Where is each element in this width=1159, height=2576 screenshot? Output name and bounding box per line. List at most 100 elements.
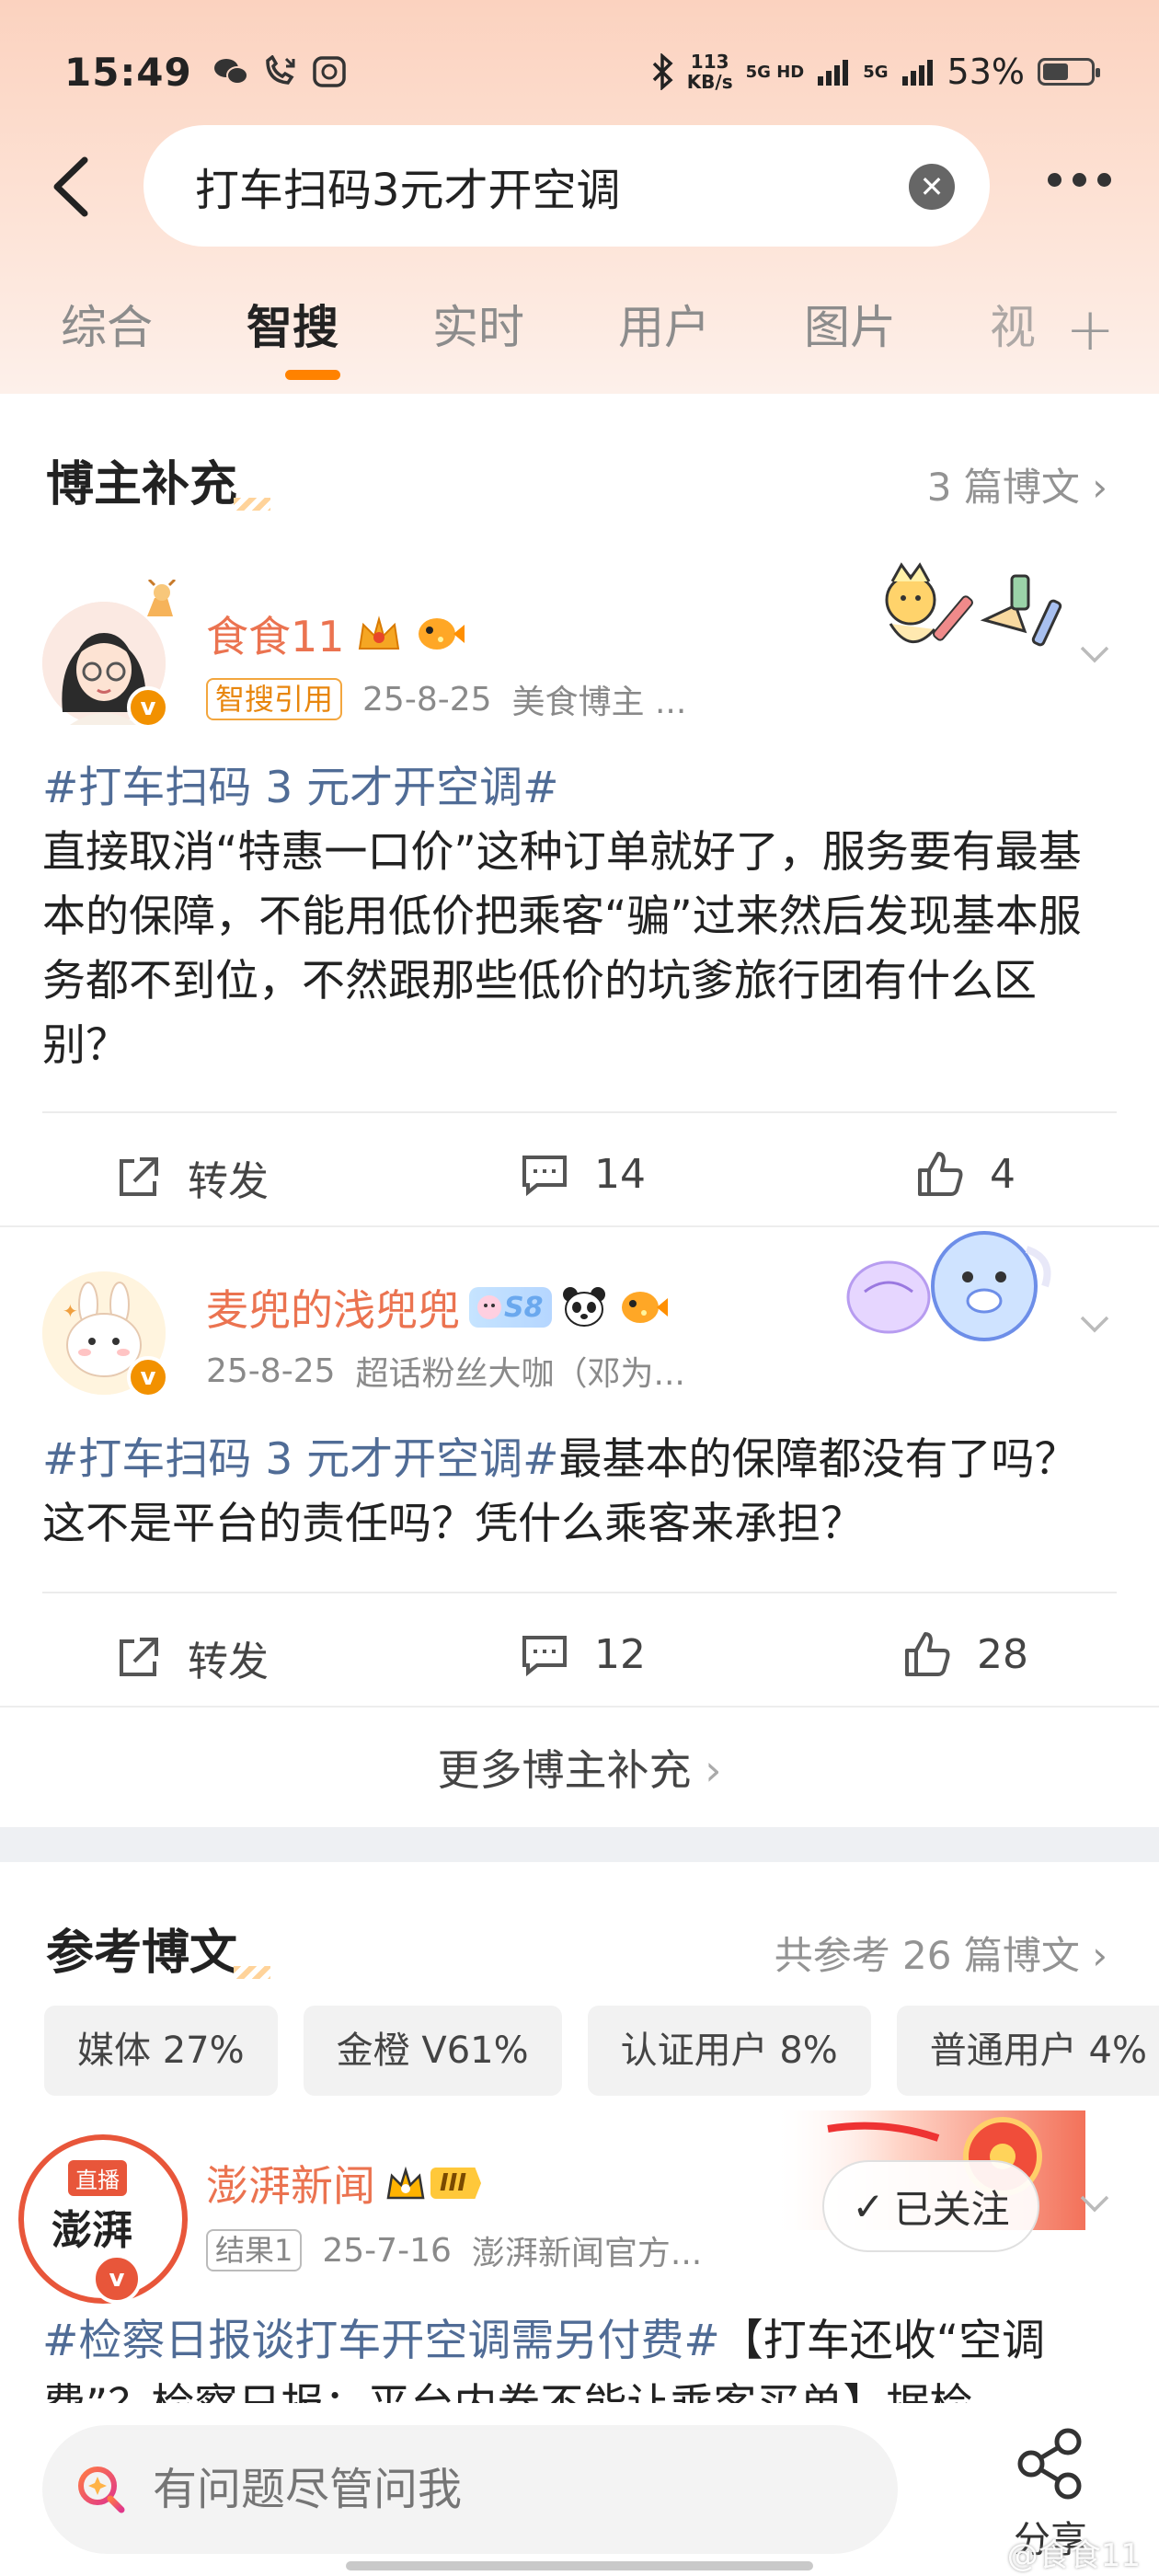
home-indicator[interactable] [346, 2561, 813, 2570]
pufferfish-icon [622, 1292, 669, 1323]
network-5g: 5G [863, 62, 889, 82]
thumbs-up-icon [905, 1632, 950, 1676]
verified-badge-icon: v [127, 686, 169, 729]
pufferfish-icon [418, 618, 465, 650]
repost-label: 转发 [188, 1158, 269, 1205]
battery-icon [1038, 58, 1100, 86]
repost-button[interactable]: 转发 [112, 1148, 269, 1207]
username[interactable]: 澎湃新闻 III [206, 2153, 482, 2214]
post-meta: 25-8-25 超话粉丝大咖（邓为... [206, 1347, 685, 1395]
crown-icon [358, 615, 399, 650]
tab-users[interactable]: 用户 [618, 291, 804, 392]
divider [42, 1111, 1117, 1113]
post-meta: 结果1 25-7-16 澎湃新闻官方... [206, 2226, 702, 2274]
back-arrow-icon[interactable] [48, 155, 103, 219]
blogger-posts-link-label: 3 篇博文 [926, 465, 1080, 510]
chip-media[interactable]: 媒体 27% [44, 2006, 278, 2096]
ask-input[interactable] [153, 2464, 705, 2515]
avatar[interactable]: 直播 澎湃 v [18, 2134, 188, 2304]
tab-video[interactable]: 视 [990, 291, 1045, 392]
topic-link[interactable]: #打车扫码 3 元才开空调# [42, 763, 559, 813]
post-actions: 转发 14 4 [0, 1148, 1159, 1222]
chip-regular-users[interactable]: 普通用户 4% [896, 2006, 1159, 2096]
more-options-icon[interactable] [1048, 173, 1111, 187]
post-text: 直接取消“特惠一口价”这种订单就好了，服务要有最基本的保障，不能用低价把乘客“骗… [42, 827, 1082, 1071]
verified-badge-icon: v [127, 1356, 169, 1398]
post-body[interactable]: #打车扫码 3 元才开空调#最基本的保障都没有了吗？这不是平台的责任吗？凭什么乘… [42, 1428, 1119, 1557]
fan-level-text: S8 [504, 1291, 544, 1324]
post-actions: 转发 12 28 [0, 1628, 1159, 1702]
post-source: 超话粉丝大咖（邓为... [355, 1355, 685, 1393]
check-icon: ✓ [852, 2183, 885, 2229]
clear-icon[interactable]: ✕ [909, 164, 955, 210]
like-count: 4 [990, 1150, 1016, 1198]
smart-search-tag: 智搜引用 [206, 678, 343, 720]
chevron-right-icon: › [705, 1745, 722, 1795]
username-text: 食食11 [206, 612, 345, 661]
topic-link[interactable]: #打车扫码 3 元才开空调# [42, 1434, 559, 1485]
smart-search-icon [78, 2467, 125, 2513]
chevron-down-icon[interactable] [1076, 2184, 1113, 2221]
tab-images[interactable]: 图片 [804, 291, 990, 392]
avatar[interactable]: ✦ v [42, 1271, 169, 1398]
blogger-posts-link[interactable]: 3 篇博文 › [927, 456, 1107, 512]
panda-icon [563, 1287, 606, 1327]
svg-text:✦: ✦ [63, 1300, 78, 1322]
tab-comprehensive[interactable]: 综合 [61, 291, 247, 392]
reference-posts-link[interactable]: 共参考 26 篇博文 › [775, 1925, 1107, 1981]
battery-percent: 53% [947, 52, 1025, 92]
live-badge: 直播 [68, 2160, 127, 2196]
network-speed: 113 KB/s [687, 52, 733, 92]
chevron-right-icon: › [1092, 1933, 1107, 1978]
search-input[interactable] [195, 160, 839, 212]
fan-level-badge: S8 [469, 1287, 553, 1328]
chevron-right-icon: › [1092, 465, 1107, 510]
like-count: 28 [977, 1630, 1028, 1678]
chip-verified-users[interactable]: 认证用户 8% [587, 2006, 871, 2096]
chevron-down-icon[interactable] [1076, 1305, 1113, 1341]
bluetooth-icon [652, 53, 673, 90]
post-date: 25-8-25 [362, 680, 492, 719]
repost-icon [120, 1638, 158, 1676]
post-date: 25-8-25 [206, 1351, 336, 1390]
speed-unit: KB/s [686, 71, 733, 93]
post-body[interactable]: #打车扫码 3 元才开空调# 直接取消“特惠一口价”这种订单就好了，服务要有最基本… [42, 756, 1119, 1078]
comment-button[interactable]: 12 [519, 1628, 646, 1680]
like-button[interactable]: 4 [914, 1148, 1016, 1200]
ghost-sticker-icon [846, 1231, 1051, 1341]
thumbs-up-icon [918, 1152, 963, 1196]
like-button[interactable]: 28 [901, 1628, 1028, 1680]
post-date: 25-7-16 [322, 2231, 452, 2270]
add-tab-icon[interactable]: + [1065, 296, 1115, 364]
following-label: 已关注 [893, 2186, 1010, 2232]
more-blogger-posts-button[interactable]: 更多博主补充 › [0, 1737, 1159, 1798]
comment-count: 12 [594, 1630, 646, 1678]
ask-field[interactable] [42, 2425, 898, 2554]
divider [42, 1592, 1117, 1593]
reference-posts-link-label: 共参考 26 篇博文 [774, 1933, 1080, 1978]
chevron-down-icon[interactable] [1076, 635, 1113, 672]
tab-smart-search[interactable]: 智搜 [247, 291, 432, 392]
tab-realtime[interactable]: 实时 [432, 291, 618, 392]
comment-button[interactable]: 14 [519, 1148, 646, 1200]
signal-icon-2 [901, 60, 933, 86]
post-source: 美食博主 ... [511, 684, 687, 721]
following-button[interactable]: ✓ 已关注 [822, 2160, 1039, 2252]
signal-icon [818, 60, 849, 86]
share-icon [1017, 2428, 1082, 2500]
deer-decoration-icon [147, 580, 177, 616]
crown-star-icon [386, 2166, 425, 2200]
notification-icons [212, 55, 347, 88]
chip-gold-v[interactable]: 金橙 V61% [303, 2006, 562, 2096]
comment-count: 14 [594, 1150, 646, 1198]
bottom-bar: 分享 [0, 2403, 1159, 2576]
blogger-supplement-card: 博主补充 3 篇博文 › v 食食11 智搜引用 25-8-25 美食博主 ..… [0, 394, 1159, 1827]
search-field[interactable]: ✕ [143, 125, 990, 247]
repost-button[interactable]: 转发 [112, 1628, 269, 1687]
comment-icon [522, 1636, 567, 1677]
topic-link[interactable]: #检察日报谈打车开空调需另付费# [42, 2316, 720, 2366]
header: 15:49 113KB/s 5G HD 5G 53% ✕ 综合 智搜 实时 用户… [0, 0, 1159, 394]
username[interactable]: 食食11 [206, 604, 466, 664]
reference-posts-card: 参考博文 共参考 26 篇博文 › 媒体 27% 金橙 V61% 认证用户 8%… [0, 1862, 1159, 2431]
username[interactable]: 麦兜的浅兜兜 S8 [206, 1277, 670, 1338]
